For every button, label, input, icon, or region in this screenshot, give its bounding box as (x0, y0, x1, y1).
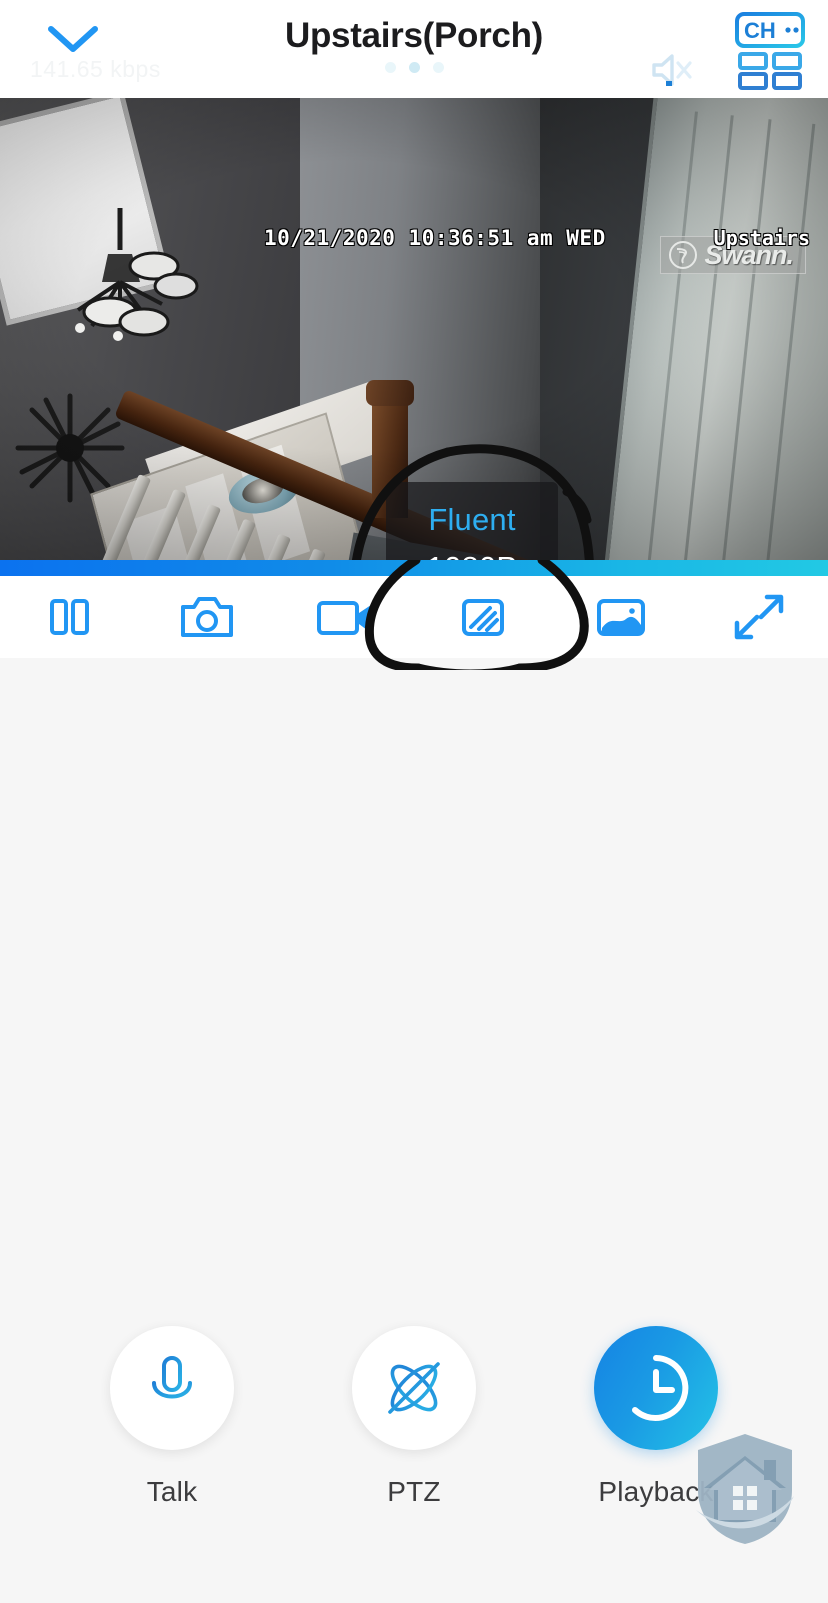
record-button[interactable] (276, 576, 414, 658)
app-header: 141.65 kbps Upstairs(Porch) CH (0, 0, 828, 98)
fullscreen-expand-icon (734, 594, 784, 640)
video-feed[interactable]: 10/21/2020 10:36:51 am WED Upstairs Swan… (0, 98, 828, 560)
stream-quality-icon (462, 599, 504, 636)
mute-button[interactable] (644, 48, 698, 92)
microphone-icon (152, 1356, 192, 1417)
talk-button-circle[interactable] (110, 1326, 234, 1450)
swann-swirl-icon (669, 241, 698, 269)
svg-text:CH: CH (744, 18, 776, 43)
quality-option-1080p[interactable]: 1080P (386, 544, 558, 560)
ptz-button[interactable]: PTZ (323, 1326, 505, 1508)
fullscreen-button[interactable] (690, 576, 828, 658)
channel-selector-button[interactable]: CH (734, 12, 806, 90)
pause-button[interactable] (0, 576, 138, 658)
ptz-disabled-icon (388, 1362, 440, 1414)
camera-icon (181, 597, 233, 637)
house-shield-icon (696, 1434, 794, 1544)
ptz-button-circle[interactable] (352, 1326, 476, 1450)
camera-name-overlay: Upstairs (713, 226, 810, 250)
page-dot (384, 62, 396, 73)
quality-option-fluent[interactable]: Fluent (386, 496, 558, 544)
quality-menu-popup[interactable]: Fluent 1080P (386, 482, 558, 560)
video-timestamp-overlay: 10/21/2020 10:36:51 am WED (264, 226, 606, 250)
quality-button[interactable] (414, 576, 552, 658)
snapshot-button[interactable] (138, 576, 276, 658)
live-view-screen: 141.65 kbps Upstairs(Porch) CH 10/21/202… (0, 0, 828, 1603)
content-empty-area (0, 658, 828, 1318)
bottom-control-bar: Talk PTZ Playback (0, 1318, 828, 1603)
speaker-mute-icon (652, 54, 692, 86)
channel-grid-icon: CH (735, 12, 805, 90)
pause-icon (50, 599, 89, 635)
video-toolbar (0, 576, 828, 658)
gallery-button[interactable] (552, 576, 690, 658)
talk-button-label: Talk (146, 1476, 198, 1507)
page-dot-active (408, 62, 420, 73)
page-title: Upstairs(Porch) (284, 16, 544, 55)
page-dot (432, 62, 444, 73)
accent-divider-bar (0, 560, 828, 576)
page-indicator-dots (0, 62, 828, 73)
video-camera-icon (317, 601, 371, 635)
ptz-button-label: PTZ (387, 1476, 441, 1507)
clock-history-icon (632, 1355, 689, 1421)
talk-button[interactable]: Talk (81, 1326, 263, 1508)
image-icon (597, 599, 645, 636)
